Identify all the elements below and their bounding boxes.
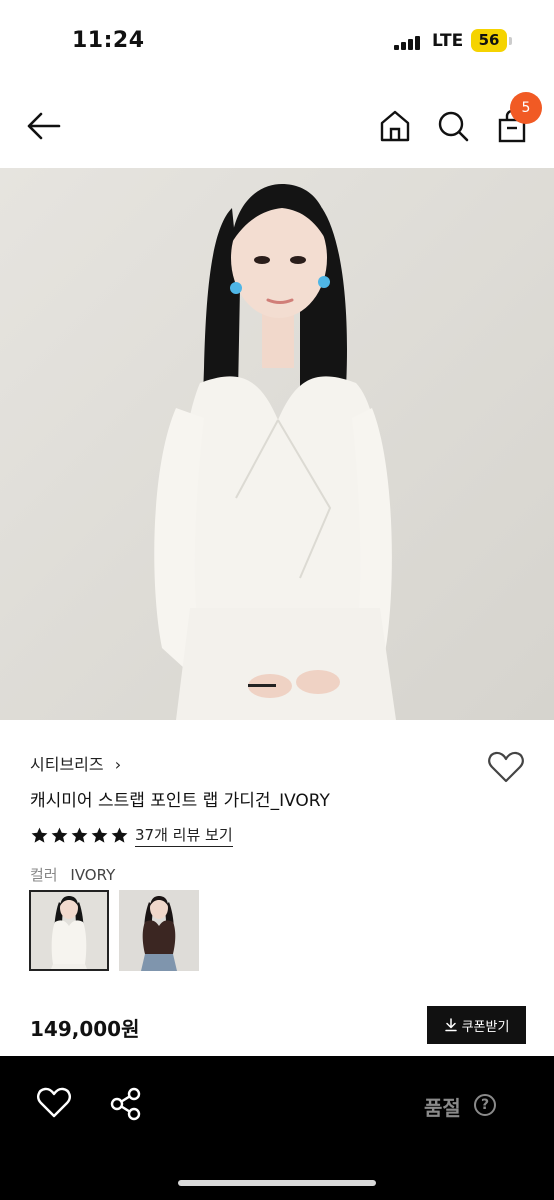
search-button[interactable] <box>436 108 470 144</box>
option-value: IVORY <box>70 866 116 884</box>
coupon-label: 쿠폰받기 <box>461 1019 510 1035</box>
home-indicator <box>178 1180 376 1186</box>
download-icon <box>444 1018 457 1032</box>
bottom-wishlist-button[interactable] <box>36 1086 72 1120</box>
wishlist-button[interactable] <box>487 750 525 784</box>
star-icon <box>91 827 108 843</box>
star-icon <box>51 827 68 843</box>
status-time: 11:24 <box>72 28 145 53</box>
product-photo <box>0 168 554 720</box>
rating-stars <box>30 826 129 845</box>
color-swatch-brown[interactable] <box>119 890 199 971</box>
brown-thumbnail <box>119 890 199 971</box>
brand-link[interactable]: 시티브리즈 › <box>30 751 121 775</box>
help-icon[interactable]: ? <box>474 1094 496 1116</box>
heart-icon <box>37 1087 71 1118</box>
product-title: 캐시미어 스트랩 포인트 랩 가디건_IVORY <box>30 791 330 811</box>
option-label: 컬러 <box>30 866 58 884</box>
sold-out-label: 품절 <box>424 1096 461 1120</box>
arrow-left-icon <box>27 112 61 140</box>
coupon-button[interactable]: 쿠폰받기 <box>427 1006 526 1044</box>
back-button[interactable] <box>24 108 64 144</box>
heart-icon <box>488 751 524 783</box>
share-icon <box>110 1087 141 1121</box>
top-nav <box>0 90 554 166</box>
star-icon <box>31 827 48 843</box>
battery-icon: 56 <box>471 29 507 52</box>
battery-cap <box>509 37 512 45</box>
home-button[interactable] <box>378 108 412 144</box>
ivory-thumbnail <box>31 892 107 969</box>
share-button[interactable] <box>108 1086 144 1122</box>
star-icon <box>111 827 128 843</box>
carousel-indicator <box>248 684 276 687</box>
signal-icon <box>394 36 422 50</box>
bottom-action-bar: 품절 ? <box>0 1056 554 1200</box>
search-icon <box>438 111 469 142</box>
home-icon <box>380 110 410 142</box>
chevron-right-icon: › <box>114 755 122 774</box>
rating-row: 37개 리뷰 보기 <box>30 824 233 847</box>
product-price: 149,000원 <box>30 1017 140 1041</box>
network-label: LTE <box>432 31 464 51</box>
status-bar: 11:24 LTE 56 <box>0 0 554 80</box>
product-image-carousel[interactable] <box>0 168 554 720</box>
color-swatch-ivory[interactable] <box>29 890 109 971</box>
brand-name: 시티브리즈 <box>30 755 104 774</box>
star-icon <box>71 827 88 843</box>
option-row: 컬러 IVORY <box>30 864 115 885</box>
review-link[interactable]: 37개 리뷰 보기 <box>135 824 233 847</box>
cart-count-badge: 5 <box>510 92 542 124</box>
